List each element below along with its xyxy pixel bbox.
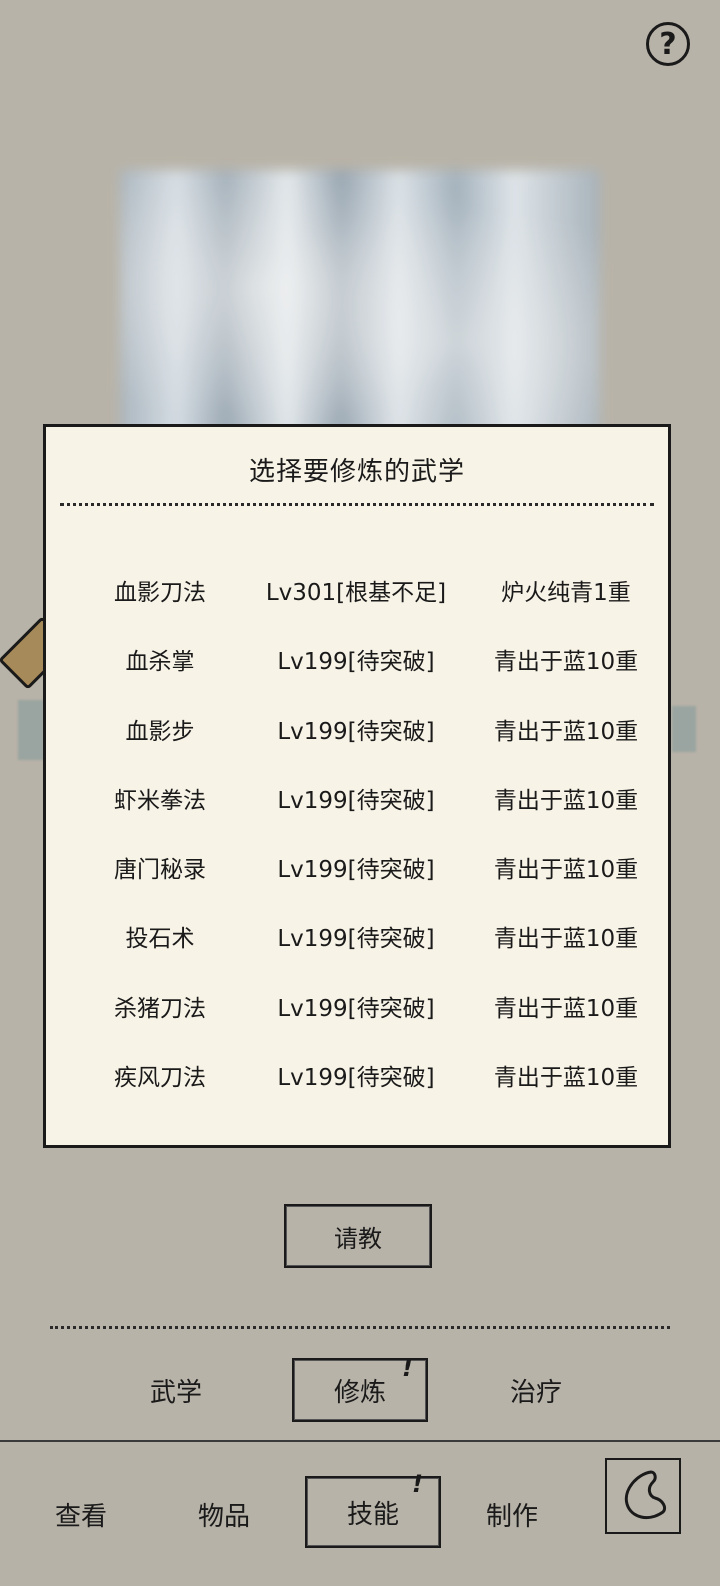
scene-strip-right <box>672 706 696 752</box>
skill-name: 投石术 <box>125 926 195 953</box>
cultivate-dialog: 选择要修炼的武学 血影刀法 Lv301[根基不足] 炉火纯青1重 血杀掌 Lv1… <box>43 424 671 1148</box>
skill-level: Lv199[待突破] <box>277 1065 435 1092</box>
tab-heal[interactable]: 治疗 <box>510 1372 562 1409</box>
back-button[interactable] <box>605 1458 681 1534</box>
skill-stage: 青出于蓝10重 <box>493 718 639 745</box>
skill-row[interactable]: 投石术 Lv199[待突破] 青出于蓝10重 <box>46 919 668 988</box>
skill-row[interactable]: 杀猪刀法 Lv199[待突破] 青出于蓝10重 <box>46 989 668 1058</box>
skill-level: Lv199[待突破] <box>277 718 435 745</box>
skill-name: 唐门秘录 <box>114 857 206 884</box>
skill-row[interactable]: 唐门秘录 Lv199[待突破] 青出于蓝10重 <box>46 850 668 919</box>
skill-stage: 青出于蓝10重 <box>493 787 639 814</box>
waterfall-scene <box>120 170 600 460</box>
skill-stage: 青出于蓝10重 <box>493 926 639 953</box>
skill-list: 血影刀法 Lv301[根基不足] 炉火纯青1重 血杀掌 Lv199[待突破] 青… <box>46 573 668 1127</box>
dialog-title: 选择要修炼的武学 <box>248 457 465 487</box>
back-arrow-icon <box>624 1470 667 1520</box>
skill-name: 疾风刀法 <box>114 1065 206 1092</box>
skill-level: Lv199[待突破] <box>277 649 435 676</box>
nav-view[interactable]: 查看 <box>55 1496 107 1533</box>
tab-martial-arts[interactable]: 武学 <box>150 1372 202 1409</box>
skill-stage: 青出于蓝10重 <box>493 649 639 676</box>
skill-stage: 青出于蓝10重 <box>493 857 639 884</box>
nav-craft[interactable]: 制作 <box>486 1496 538 1533</box>
skill-level: Lv199[待突破] <box>277 787 435 814</box>
skill-name: 虾米拳法 <box>114 787 206 814</box>
skill-name: 血影刀法 <box>114 580 206 606</box>
skill-row[interactable]: 血影步 Lv199[待突破] 青出于蓝10重 <box>46 712 668 781</box>
section-divider <box>50 1326 670 1329</box>
skill-level: Lv199[待突破] <box>277 995 435 1022</box>
skill-name: 血杀掌 <box>125 649 195 676</box>
skill-row[interactable]: 虾米拳法 Lv199[待突破] 青出于蓝10重 <box>46 781 668 850</box>
skill-stage: 青出于蓝10重 <box>493 1065 639 1092</box>
question-mark-icon: ? <box>659 26 677 62</box>
tab-cultivate-label: 修炼 <box>333 1377 386 1408</box>
skill-level: Lv301[根基不足] <box>265 580 447 606</box>
skill-row[interactable]: 血杀掌 Lv199[待突破] 青出于蓝10重 <box>46 642 668 711</box>
skills-alert-icon: ! <box>412 1470 423 1498</box>
skill-row[interactable]: 疾风刀法 Lv199[待突破] 青出于蓝10重 <box>46 1058 668 1127</box>
cultivate-alert-icon: ! <box>402 1354 413 1382</box>
skill-level: Lv199[待突破] <box>277 926 435 953</box>
nav-items[interactable]: 物品 <box>198 1496 250 1533</box>
skill-name: 血影步 <box>125 718 195 745</box>
skill-stage: 炉火纯青1重 <box>501 580 631 606</box>
title-divider <box>60 503 654 506</box>
skill-level: Lv199[待突破] <box>277 857 435 884</box>
skill-name: 杀猪刀法 <box>114 995 206 1022</box>
help-button[interactable]: ? <box>646 22 690 66</box>
scene-strip-left <box>18 700 44 760</box>
skill-stage: 青出于蓝10重 <box>493 995 639 1022</box>
consult-button[interactable]: 请教 <box>284 1204 432 1268</box>
nav-skills-label: 技能 <box>346 1499 399 1530</box>
skill-row[interactable]: 血影刀法 Lv301[根基不足] 炉火纯青1重 <box>46 573 668 642</box>
